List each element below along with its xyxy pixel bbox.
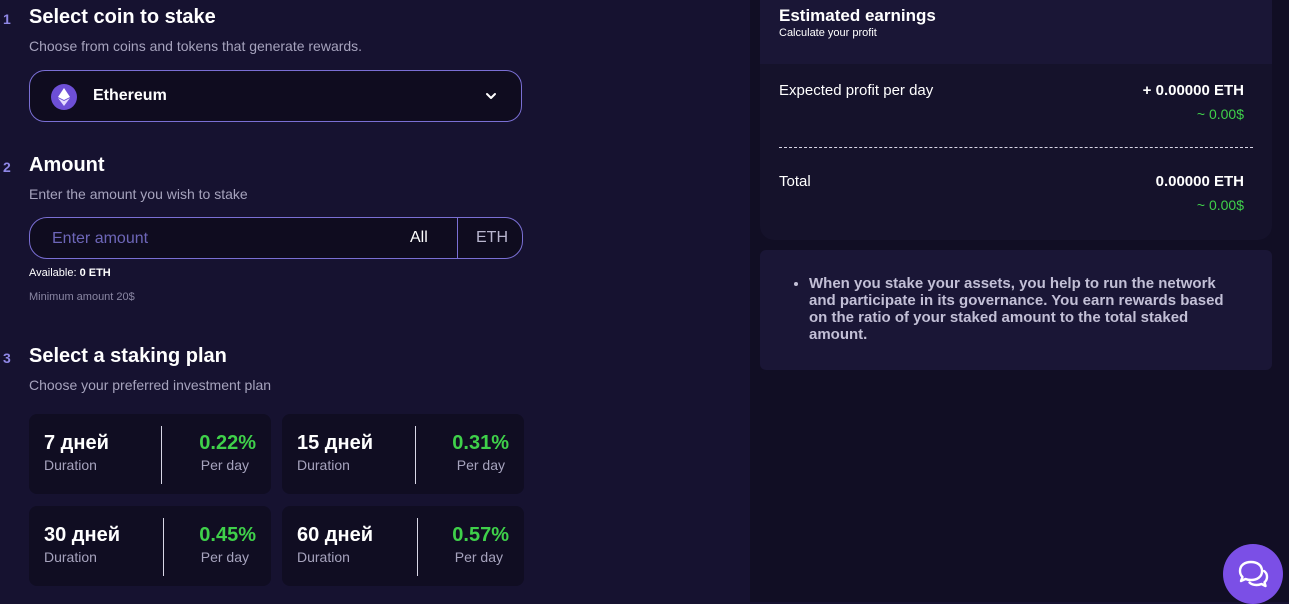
staking-info-card: When you stake your assets, you help to … bbox=[760, 250, 1272, 370]
earnings-title: Estimated earnings bbox=[779, 6, 936, 25]
available-balance: Available: 0 ETH bbox=[29, 267, 111, 279]
step-subtitle-amount: Enter the amount you wish to stake bbox=[29, 186, 248, 202]
step-subtitle-plan: Choose your preferred investment plan bbox=[29, 377, 272, 393]
total-value: 0.00000 ETH bbox=[1155, 173, 1244, 190]
plan-card-60[interactable]: 60 дней Duration 0.57% Per day bbox=[282, 506, 524, 586]
plan-card-7[interactable]: 7 дней Duration 0.22% Per day bbox=[29, 414, 271, 494]
step-title-plan: Select a staking plan bbox=[29, 345, 227, 367]
earnings-card: Estimated earnings Calculate your profit… bbox=[760, 0, 1272, 240]
chat-button[interactable] bbox=[1223, 544, 1283, 604]
plan-duration-label: Duration bbox=[44, 549, 97, 565]
step-number-3: 3 bbox=[3, 350, 11, 366]
plan-per-day-label: Per day bbox=[456, 457, 505, 473]
total-label: Total bbox=[779, 173, 811, 190]
earnings-header: Estimated earnings Calculate your profit bbox=[760, 0, 1272, 64]
plan-days: 30 дней bbox=[44, 524, 120, 546]
plan-rate: 0.22% bbox=[199, 432, 256, 454]
plan-divider bbox=[415, 426, 416, 484]
selected-coin-label: Ethereum bbox=[93, 87, 167, 104]
daily-profit-label: Expected profit per day bbox=[779, 82, 934, 99]
plan-divider bbox=[163, 518, 164, 576]
step-number-1: 1 bbox=[3, 11, 11, 27]
amount-unit: ETH bbox=[476, 229, 508, 246]
plan-duration-label: Duration bbox=[297, 549, 350, 565]
plan-card-30[interactable]: 30 дней Duration 0.45% Per day bbox=[29, 506, 271, 586]
amount-divider bbox=[457, 218, 458, 258]
plan-days: 60 дней bbox=[297, 524, 373, 546]
coin-select-dropdown[interactable]: Ethereum bbox=[29, 70, 522, 122]
ethereum-icon bbox=[51, 84, 77, 110]
total-usd: ~ 0.00$ bbox=[1196, 197, 1244, 213]
daily-profit-value: + 0.00000 ETH bbox=[1142, 82, 1244, 99]
earnings-subtitle: Calculate your profit bbox=[779, 27, 877, 39]
plan-per-day-label: Per day bbox=[200, 549, 249, 565]
plan-per-day-label: Per day bbox=[454, 549, 503, 565]
all-button[interactable]: All bbox=[410, 229, 428, 247]
step-number-2: 2 bbox=[3, 159, 11, 175]
plan-duration-label: Duration bbox=[297, 457, 350, 473]
plan-per-day-label: Per day bbox=[200, 457, 249, 473]
amount-field: All ETH bbox=[29, 217, 523, 259]
amount-input[interactable] bbox=[50, 227, 384, 251]
plan-rate: 0.57% bbox=[452, 524, 509, 546]
plan-rate: 0.31% bbox=[452, 432, 509, 454]
chevron-down-icon bbox=[485, 89, 497, 107]
plan-divider bbox=[161, 426, 162, 484]
plan-duration-label: Duration bbox=[44, 457, 97, 473]
info-text: When you stake your assets, you help to … bbox=[809, 275, 1239, 343]
minimum-amount: Minimum amount 20$ bbox=[29, 291, 135, 303]
plan-days: 15 дней bbox=[297, 432, 373, 454]
plan-divider bbox=[417, 518, 418, 576]
info-list: When you stake your assets, you help to … bbox=[760, 275, 1239, 343]
step-title-coin: Select coin to stake bbox=[29, 6, 216, 28]
step-title-amount: Amount bbox=[29, 154, 105, 176]
plan-rate: 0.45% bbox=[199, 524, 256, 546]
plan-card-15[interactable]: 15 дней Duration 0.31% Per day bbox=[282, 414, 524, 494]
available-value: 0 ETH bbox=[79, 267, 111, 279]
plan-days: 7 дней bbox=[44, 432, 109, 454]
daily-profit-usd: ~ 0.00$ bbox=[1196, 106, 1244, 122]
divider bbox=[779, 147, 1253, 148]
step-subtitle-coin: Choose from coins and tokens that genera… bbox=[29, 38, 363, 54]
available-label: Available: bbox=[29, 267, 77, 279]
